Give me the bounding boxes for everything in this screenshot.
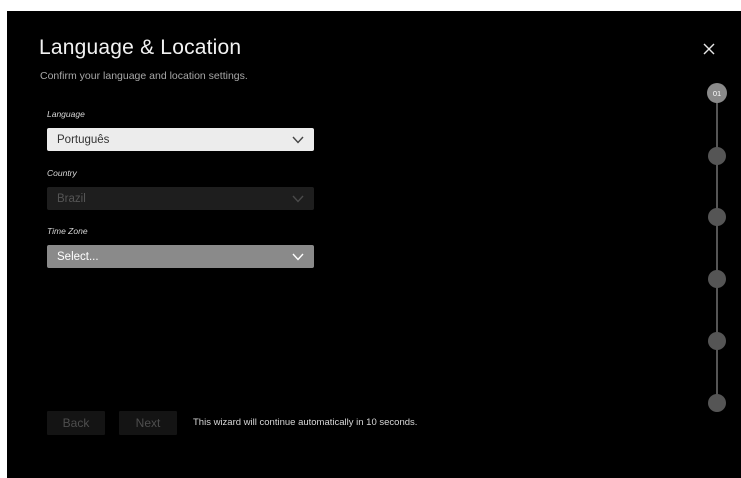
step-indicator: [708, 394, 726, 412]
back-button[interactable]: Back: [47, 411, 105, 435]
country-label: Country: [47, 168, 77, 178]
step-indicator: [708, 147, 726, 165]
stepper-track: [716, 99, 718, 404]
country-dropdown[interactable]: Brazil: [47, 187, 314, 210]
chevron-down-icon: [292, 136, 304, 144]
step-number: 01: [712, 88, 722, 98]
chevron-down-icon: [292, 253, 304, 261]
step-indicator-current: 01: [707, 83, 727, 103]
step-indicator: [708, 208, 726, 226]
country-value: Brazil: [57, 192, 86, 205]
setup-wizard-screen: Language & Location Confirm your languag…: [7, 11, 741, 478]
next-button[interactable]: Next: [119, 411, 177, 435]
chevron-down-icon: [292, 195, 304, 203]
timezone-value: Select...: [57, 250, 99, 263]
timezone-dropdown[interactable]: Select...: [47, 245, 314, 268]
close-icon: [703, 43, 715, 55]
step-indicator: [708, 332, 726, 350]
language-value: Português: [57, 133, 110, 146]
page-title: Language & Location: [39, 36, 242, 59]
page-subtitle: Confirm your language and location setti…: [40, 70, 248, 82]
language-dropdown[interactable]: Português: [47, 128, 314, 151]
step-indicator: [708, 270, 726, 288]
auto-continue-message: This wizard will continue automatically …: [193, 417, 418, 428]
language-label: Language: [47, 109, 85, 119]
timezone-label: Time Zone: [47, 226, 88, 236]
close-button[interactable]: [700, 40, 718, 58]
